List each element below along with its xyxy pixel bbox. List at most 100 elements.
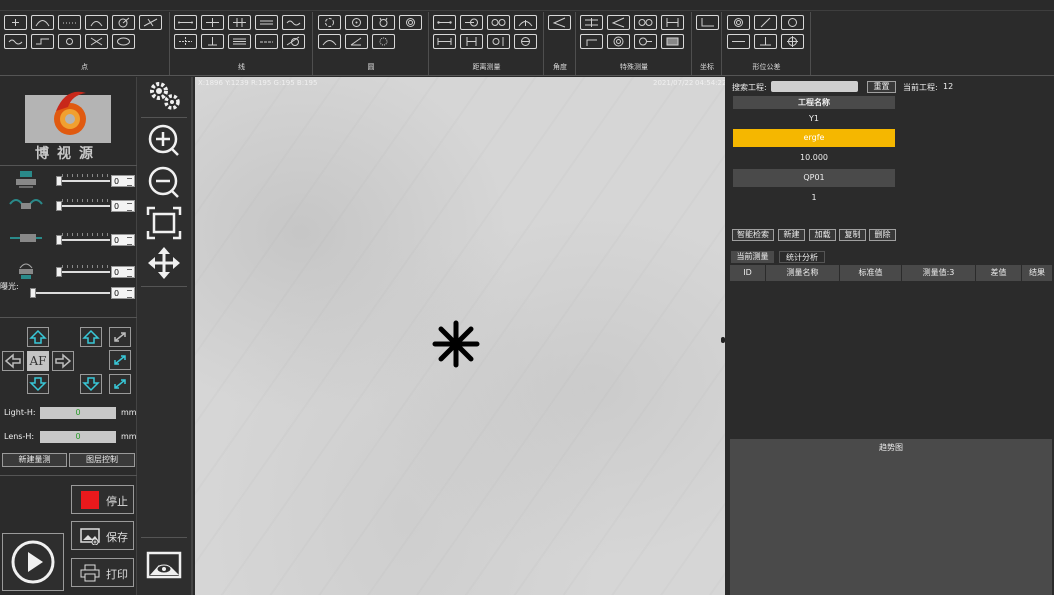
ring-circle-icon[interactable] (399, 15, 422, 30)
zoom-out-button[interactable] (145, 165, 183, 201)
ring-light-slider-handle[interactable] (56, 201, 62, 211)
reset-button[interactable]: 重置 (867, 81, 896, 93)
project-item[interactable]: 1 (733, 189, 895, 207)
project-item[interactable]: QP01 (733, 169, 895, 187)
tilt-angle-icon[interactable] (607, 15, 630, 30)
coordinate-icon[interactable] (696, 15, 719, 30)
bottom-light-value[interactable]: 0 (111, 266, 135, 278)
concentric-icon[interactable] (607, 34, 630, 49)
focus-z-button[interactable] (109, 374, 131, 394)
diameter-distance-icon[interactable] (514, 34, 537, 49)
point-line-tool-icon[interactable] (174, 34, 197, 49)
perpendicularity-icon[interactable] (754, 34, 777, 49)
double-line-tool-icon[interactable] (255, 15, 278, 30)
arc-point-tool-icon[interactable] (31, 15, 54, 30)
triple-line-tool-icon[interactable] (228, 34, 251, 49)
settings-button[interactable] (145, 77, 183, 113)
smart-search-button[interactable]: 智能检索 (732, 229, 774, 241)
corner-icon[interactable] (580, 34, 603, 49)
arc-distance-icon[interactable] (514, 15, 537, 30)
circle-circle-distance-icon[interactable] (487, 15, 510, 30)
top-light-value[interactable]: 0 (111, 175, 135, 187)
coaxial-light-slider-handle[interactable] (56, 235, 62, 245)
z-up-button[interactable] (80, 327, 102, 347)
top-light-slider[interactable] (58, 180, 110, 182)
dotted-point-tool-icon[interactable] (58, 15, 81, 30)
point-circle-distance-icon[interactable] (460, 15, 483, 30)
coaxial-light-value[interactable]: 0 (111, 234, 135, 246)
run-button[interactable] (2, 533, 64, 591)
project-search-input[interactable] (771, 81, 858, 92)
parallel-line-tool-icon[interactable] (228, 15, 251, 30)
camera-image-view[interactable]: X:1896 Y:1239 R:195 G:195 B:195 2021/07/… (195, 77, 725, 595)
center-circle-icon[interactable] (345, 15, 368, 30)
line-tool-icon[interactable] (174, 15, 197, 30)
coaxial-light-slider[interactable] (58, 239, 110, 241)
gear-circle-icon[interactable] (372, 34, 395, 49)
vertical-line-tool-icon[interactable] (201, 34, 224, 49)
zoom-in-button[interactable] (145, 123, 183, 159)
line-distance-icon[interactable] (433, 34, 456, 49)
project-item[interactable]: 10.000 (733, 149, 895, 167)
tangent-line-tool-icon[interactable] (282, 34, 305, 49)
rotate-z-button[interactable] (109, 327, 131, 347)
layer-control-button[interactable]: 图层控制 (69, 453, 135, 467)
circle-point-icon[interactable] (634, 34, 657, 49)
step-point-tool-icon[interactable] (31, 34, 54, 49)
exposure-slider[interactable] (32, 292, 110, 294)
z-down-button[interactable] (80, 374, 102, 394)
measurement-table-body[interactable] (730, 281, 1052, 437)
move-down-button[interactable] (27, 374, 49, 394)
zoom-z-button[interactable] (109, 350, 131, 370)
width-distance-icon[interactable] (460, 34, 483, 49)
intersect-point-tool-icon[interactable] (139, 15, 162, 30)
new-measure-button[interactable]: 新建量测 (2, 453, 67, 467)
multi-point-circle-icon[interactable] (372, 15, 395, 30)
circle-point-tool-icon[interactable] (112, 15, 135, 30)
stop-button[interactable]: 停止 (71, 485, 134, 514)
point-distance-icon[interactable] (433, 15, 456, 30)
wave-line-tool-icon[interactable] (282, 15, 305, 30)
exposure-value[interactable]: 0 (111, 287, 135, 299)
exposure-slider-handle[interactable] (30, 288, 36, 298)
ring-light-slider[interactable] (58, 205, 110, 207)
position-icon[interactable] (781, 34, 804, 49)
autofocus-button[interactable]: AF (27, 351, 49, 371)
roundness-icon[interactable] (727, 15, 750, 30)
light-height-value[interactable]: 0 (40, 407, 116, 419)
circle-line-distance-icon[interactable] (487, 34, 510, 49)
copy-project-button[interactable]: 复制 (839, 229, 866, 241)
point-tool-icon[interactable] (4, 15, 27, 30)
pan-button[interactable] (145, 245, 183, 281)
fit-view-button[interactable] (145, 205, 183, 241)
delete-project-button[interactable]: 删除 (869, 229, 896, 241)
three-point-circle-icon[interactable] (318, 15, 341, 30)
top-light-slider-handle[interactable] (56, 176, 62, 186)
tab-statistics[interactable]: 统计分析 (779, 251, 825, 263)
dash-line-tool-icon[interactable] (255, 34, 278, 49)
span-icon[interactable] (661, 15, 684, 30)
move-right-button[interactable] (52, 351, 74, 371)
area-icon[interactable] (661, 34, 684, 49)
bottom-light-slider[interactable] (58, 271, 110, 273)
save-button[interactable]: 保存 (71, 521, 134, 550)
image-view-button[interactable] (145, 547, 183, 583)
circle-tolerance-icon[interactable] (781, 15, 804, 30)
project-item-selected[interactable]: ergfe (733, 129, 895, 147)
lens-height-value[interactable]: 0 (40, 431, 116, 443)
tab-current-measure[interactable]: 当前测量 (731, 251, 774, 263)
load-project-button[interactable]: 加载 (809, 229, 836, 241)
arc-icon[interactable] (318, 34, 341, 49)
project-item[interactable]: Y1 (733, 110, 895, 128)
wave-point-tool-icon[interactable] (4, 34, 27, 49)
straightness-icon[interactable] (727, 34, 750, 49)
slope-icon[interactable] (754, 15, 777, 30)
multi-line-icon[interactable] (580, 15, 603, 30)
move-left-button[interactable] (2, 351, 24, 371)
bottom-light-slider-handle[interactable] (56, 267, 62, 277)
center-point-tool-icon[interactable] (58, 34, 81, 49)
cross-point-tool-icon[interactable] (85, 34, 108, 49)
double-circle-icon[interactable] (634, 15, 657, 30)
ring-light-value[interactable]: 0 (111, 200, 135, 212)
perpendicular-line-tool-icon[interactable] (201, 15, 224, 30)
